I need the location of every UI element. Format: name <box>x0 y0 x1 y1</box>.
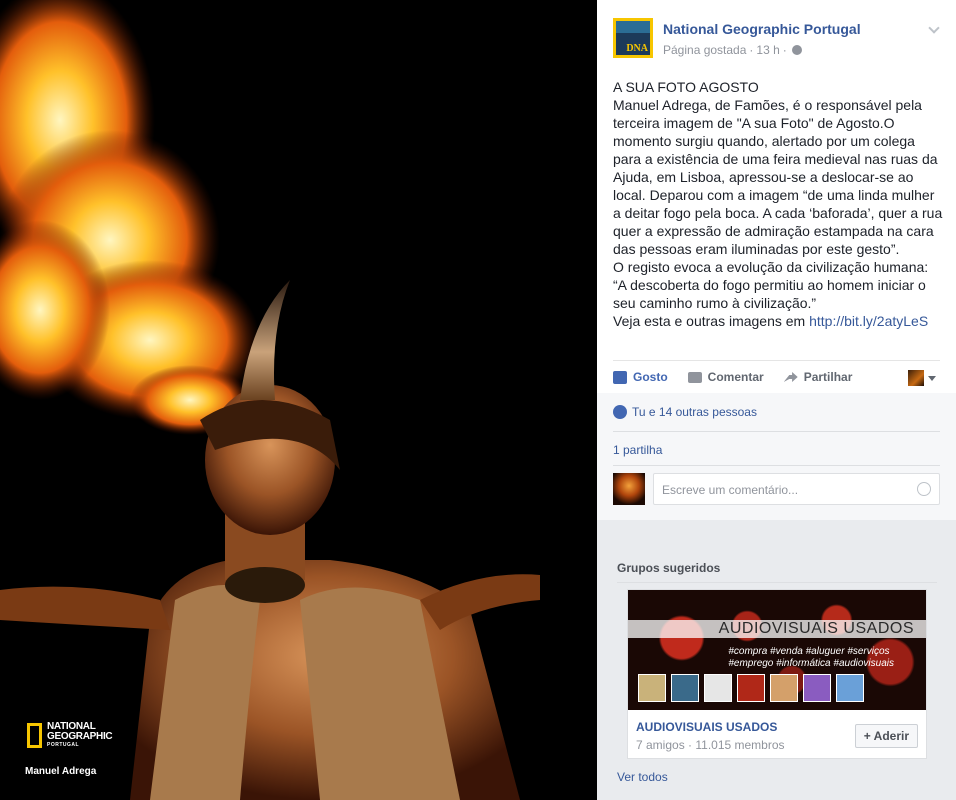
thumbs-up-icon <box>613 370 627 384</box>
post-link[interactable]: http://bit.ly/2atyLeS <box>809 313 928 329</box>
likes-summary[interactable]: Tu e 14 outras pessoas <box>613 405 757 419</box>
group-cover-image[interactable]: AUDIOVISUAIS USADOS #compra #venda #alug… <box>628 590 926 710</box>
national-geographic-logo: NATIONAL GEOGRAPHIC PORTUGAL <box>27 722 113 749</box>
meta-separator: · <box>749 43 754 57</box>
post-body: A SUA FOTO AGOSTO Manuel Adrega, de Famõ… <box>613 78 943 330</box>
post-header: DNA National Geographic Portugal Página … <box>613 18 861 58</box>
join-group-button[interactable]: + Aderir <box>854 724 918 748</box>
share-arrow-icon <box>783 372 798 382</box>
group-meta: 7 amigos · 11.015 membros <box>636 738 785 752</box>
member-thumbnail <box>737 674 765 702</box>
post-timestamp[interactable]: 13 h <box>756 43 779 57</box>
member-thumbnail <box>836 674 864 702</box>
like-button[interactable]: Gosto <box>613 370 668 384</box>
comment-button[interactable]: Comentar <box>687 370 764 384</box>
member-thumbnail <box>704 674 732 702</box>
post-photo[interactable]: NATIONAL GEOGRAPHIC PORTUGAL Manuel Adre… <box>0 0 597 800</box>
post-card: DNA National Geographic Portugal Página … <box>597 0 956 520</box>
member-thumbnail <box>638 674 666 702</box>
identity-thumbnail <box>908 370 924 386</box>
group-card: AUDIOVISUAIS USADOS #compra #venda #alug… <box>627 589 927 759</box>
post-meta: Página gostada · 13 h · <box>663 43 861 57</box>
like-label: Gosto <box>633 370 668 384</box>
logo-line-3: PORTUGAL <box>47 742 80 748</box>
see-all-link[interactable]: Ver todos <box>617 770 668 784</box>
logo-text: NATIONAL GEOGRAPHIC PORTUGAL <box>47 722 113 749</box>
banner-tags-line-2: #emprego #informática #audiovisuais <box>728 658 894 669</box>
banner-tags-line-1: #compra #venda #aluguer #serviços <box>728 646 890 657</box>
post-text: A SUA FOTO AGOSTO Manuel Adrega, de Famõ… <box>613 79 943 329</box>
divider <box>613 465 940 466</box>
member-thumbnail <box>803 674 831 702</box>
suggested-groups: Grupos sugeridos AUDIOVISUAIS USADOS #co… <box>617 561 937 759</box>
likes-text[interactable]: Tu e 14 outras pessoas <box>632 405 757 419</box>
logo-line-2: GEOGRAPHIC <box>47 731 113 742</box>
comment-label: Comentar <box>707 370 764 384</box>
suggested-groups-title: Grupos sugeridos <box>617 561 721 575</box>
fire-breather-image <box>0 0 597 800</box>
action-bar: Gosto Comentar Partilhar <box>613 360 940 393</box>
banner-tags: #compra #venda #aluguer #serviços #empre… <box>728 646 894 670</box>
page-name-link[interactable]: National Geographic Portugal <box>663 21 861 37</box>
like-reaction-icon <box>613 405 627 419</box>
group-name-link[interactable]: AUDIOVISUAIS USADOS <box>636 720 777 734</box>
divider <box>617 582 937 583</box>
avatar-band <box>616 21 650 33</box>
header-text: National Geographic Portugal Página gost… <box>663 18 861 58</box>
share-button[interactable]: Partilhar <box>783 370 853 384</box>
user-avatar <box>613 473 645 505</box>
comment-input[interactable]: Escreve um comentário... <box>653 473 940 505</box>
chevron-down-icon[interactable] <box>928 22 940 34</box>
meta-separator: · <box>782 43 787 57</box>
shares-count[interactable]: 1 partilha <box>613 443 662 457</box>
banner-title: AUDIOVISUAIS USADOS <box>718 620 914 637</box>
globe-icon[interactable] <box>791 45 802 55</box>
page-avatar[interactable]: DNA <box>613 18 653 58</box>
caret-down-icon <box>928 375 936 381</box>
comment-icon <box>687 371 702 383</box>
share-label: Partilhar <box>803 370 853 384</box>
yellow-border-icon <box>27 722 42 748</box>
photo-credit: Manuel Adrega <box>25 766 97 777</box>
avatar-dna-text: DNA <box>626 43 648 54</box>
post-as-selector[interactable] <box>908 370 936 386</box>
member-thumbnails <box>638 674 864 702</box>
meta-liked: Página gostada <box>663 43 747 57</box>
smiley-icon[interactable] <box>917 482 931 496</box>
member-thumbnail <box>770 674 798 702</box>
comment-placeholder: Escreve um comentário... <box>662 483 799 497</box>
post-sidebar: DNA National Geographic Portugal Página … <box>597 0 956 800</box>
feedback-area: Tu e 14 outras pessoas 1 partilha Escrev… <box>597 393 956 520</box>
member-thumbnail <box>671 674 699 702</box>
divider <box>613 431 940 432</box>
